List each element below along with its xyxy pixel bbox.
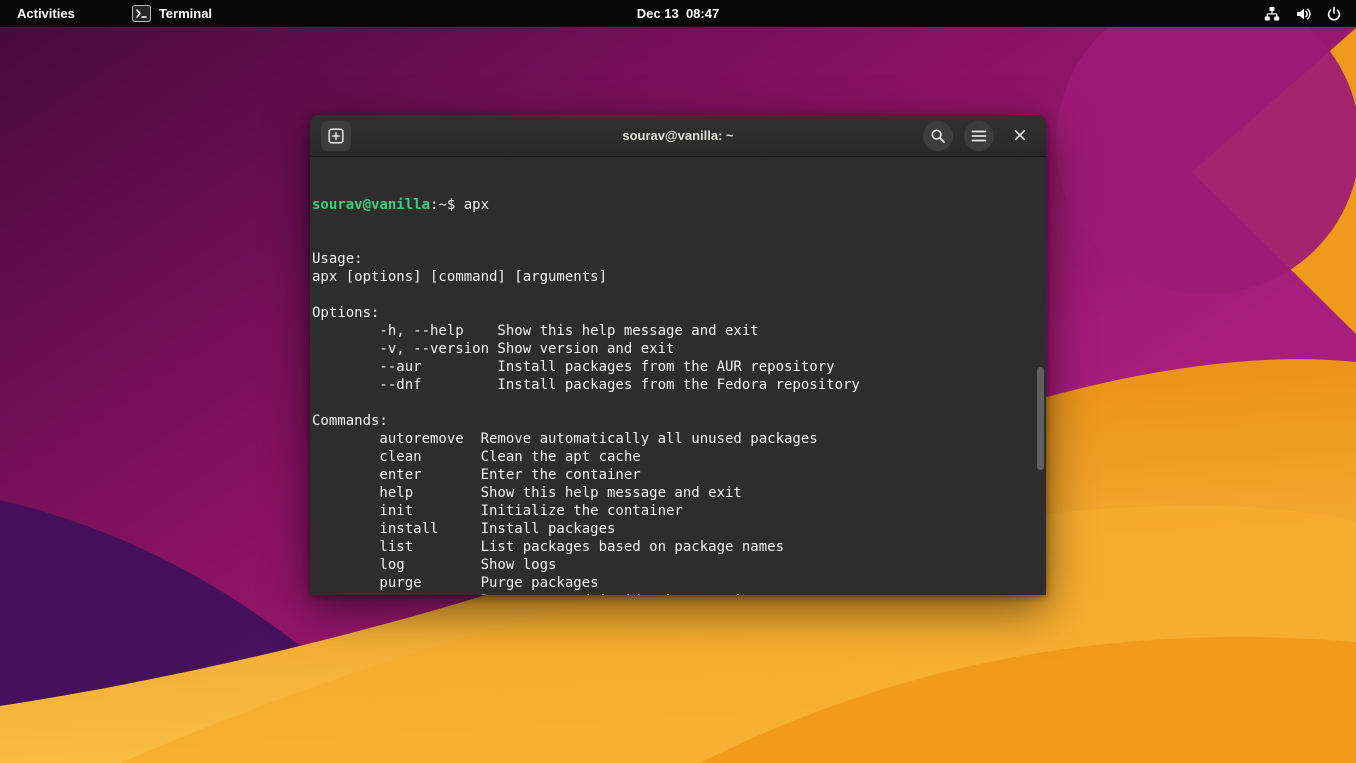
prompt-dollar: $ [447, 197, 464, 213]
terminal-app-icon [132, 5, 151, 22]
scrollbar-thumb[interactable] [1037, 367, 1044, 470]
terminal-line [312, 394, 1046, 412]
window-title: sourav@vanilla: ~ [622, 128, 733, 143]
terminal-line: run Run a command inside the container [312, 592, 1046, 595]
terminal-content-area[interactable]: sourav@vanilla:~$ apx Usage:apx [options… [310, 157, 1046, 595]
activities-button[interactable]: Activities [0, 0, 92, 27]
menu-button[interactable] [964, 121, 994, 151]
prompt-line: sourav@vanilla:~$ apx [312, 196, 1046, 214]
typed-command: apx [464, 197, 489, 213]
terminal-line: Commands: [312, 412, 1046, 430]
terminal-line: autoremove Remove automatically all unus… [312, 430, 1046, 448]
prompt-path: ~ [438, 197, 446, 213]
hamburger-icon [971, 129, 987, 143]
activities-label: Activities [17, 6, 75, 21]
terminal-line [312, 286, 1046, 304]
window-titlebar[interactable]: sourav@vanilla: ~ × [310, 115, 1046, 157]
terminal-line: init Initialize the container [312, 502, 1046, 520]
terminal-line: list List packages based on package name… [312, 538, 1046, 556]
terminal-line: install Install packages [312, 520, 1046, 538]
titlebar-buttons: × [923, 121, 1035, 151]
terminal-line: apx [options] [command] [arguments] [312, 268, 1046, 286]
terminal-output: sourav@vanilla:~$ apx Usage:apx [options… [310, 157, 1046, 595]
volume-icon[interactable] [1295, 6, 1311, 22]
prompt-user-host: sourav@vanilla [312, 197, 430, 213]
terminal-line: -v, --version Show version and exit [312, 340, 1046, 358]
terminal-line: --dnf Install packages from the Fedora r… [312, 376, 1046, 394]
focused-app-indicator[interactable]: Terminal [118, 0, 226, 27]
terminal-line: Usage: [312, 250, 1046, 268]
terminal-line: enter Enter the container [312, 466, 1046, 484]
terminal-line: Options: [312, 304, 1046, 322]
focused-app-name: Terminal [159, 6, 212, 21]
network-topology-icon[interactable] [1264, 6, 1280, 22]
terminal-window: sourav@vanilla: ~ × sourav@van [310, 115, 1046, 595]
terminal-line: clean Clean the apt cache [312, 448, 1046, 466]
new-tab-button[interactable] [321, 121, 351, 151]
power-icon[interactable] [1326, 6, 1342, 22]
terminal-line: log Show logs [312, 556, 1046, 574]
search-icon [930, 128, 946, 144]
search-button[interactable] [923, 121, 953, 151]
close-button[interactable]: × [1005, 121, 1035, 151]
terminal-line: help Show this help message and exit [312, 484, 1046, 502]
close-icon: × [1012, 126, 1028, 145]
terminal-lines: Usage:apx [options] [command] [arguments… [312, 250, 1046, 595]
clock[interactable]: Dec 13 08:47 [637, 6, 719, 21]
terminal-line: --aur Install packages from the AUR repo… [312, 358, 1046, 376]
system-status-area[interactable] [1258, 0, 1348, 27]
top-bar: Activities Terminal Dec 13 08:47 [0, 0, 1356, 27]
terminal-line: purge Purge packages [312, 574, 1046, 592]
terminal-line: -h, --help Show this help message and ex… [312, 322, 1046, 340]
